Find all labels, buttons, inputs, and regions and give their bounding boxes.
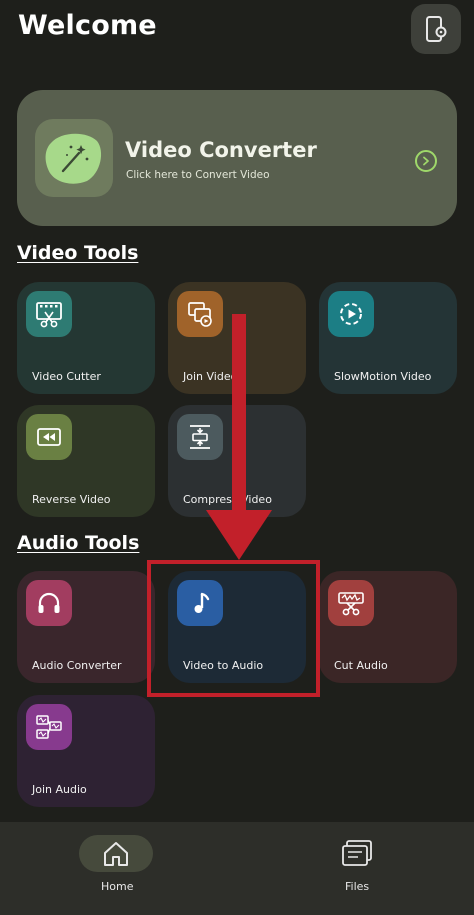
slowmotion-video-tile[interactable]: SlowMotion Video [319,282,457,394]
join-audio-tile[interactable]: Join Audio [17,695,155,807]
video-converter-banner[interactable]: Video Converter Click here to Convert Vi… [17,90,457,226]
slow-motion-icon [328,291,374,337]
annotation-arrow-icon [206,510,272,560]
audio-tools-heading: Audio Tools [17,532,140,554]
nav-files-label[interactable]: Files [345,880,369,893]
reverse-video-tile[interactable]: Reverse Video [17,405,155,517]
magic-wand-icon [45,133,102,184]
tile-label: Audio Converter [32,659,122,672]
audio-converter-tile[interactable]: Audio Converter [17,571,155,683]
page-title: Welcome [18,10,157,41]
reverse-video-icon [26,414,72,460]
phone-settings-icon [426,16,447,42]
tile-label: Cut Audio [334,659,388,672]
video-cutter-tile[interactable]: Video Cutter [17,282,155,394]
join-audio-icon [26,704,72,750]
tile-label: Join Audio [32,783,87,796]
annotation-arrow-shaft [232,314,246,516]
nav-home-button[interactable] [79,835,153,872]
film-scissors-icon [26,291,72,337]
device-settings-button[interactable] [411,4,461,54]
chevron-right-circle-icon[interactable] [415,150,437,172]
video-tools-heading: Video Tools [17,242,139,264]
tile-label: SlowMotion Video [334,370,432,383]
files-icon[interactable] [339,839,375,869]
bottom-navigation: Home Files [0,822,474,915]
tile-label: Compress Video [183,493,272,506]
tile-label: Video Cutter [32,370,101,383]
headphones-icon [26,580,72,626]
nav-home-label[interactable]: Home [101,880,133,893]
home-icon [104,841,128,866]
banner-title: Video Converter [125,138,317,162]
annotation-highlight-box [147,560,320,697]
banner-icon-box [35,119,113,197]
join-video-icon [177,291,223,337]
compress-video-icon [177,414,223,460]
tile-label: Join Video [183,370,238,383]
cut-audio-tile[interactable]: Cut Audio [319,571,457,683]
tile-label: Reverse Video [32,493,111,506]
audio-scissors-icon [328,580,374,626]
banner-subtitle: Click here to Convert Video [126,169,270,181]
